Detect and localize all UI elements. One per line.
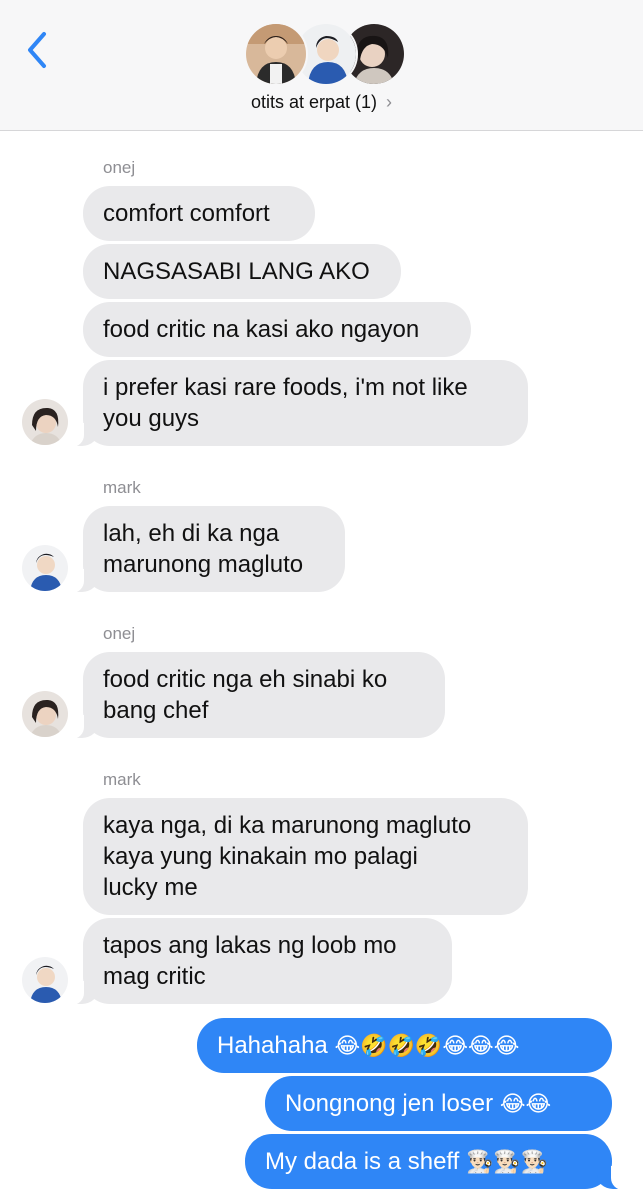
outgoing-message-bubble[interactable]: Nongnong jen loser 😂😂 [265,1076,612,1131]
message-text: kaya yung kinakain mo palagi [103,843,418,870]
sender-name: onej [103,624,136,643]
avatar-mark[interactable] [22,957,68,1003]
sender-name: mark [103,770,141,789]
avatar-onej[interactable] [22,399,68,445]
message-text: kaya nga, di ka marunong magluto [103,812,472,839]
unread-count: (1) [355,92,378,112]
message-bubble[interactable]: tapos ang lakas ng loob mo mag critic [70,918,452,1005]
emoji-chef: 👨🏻‍🍳👨🏻‍🍳👨🏻‍🍳 [466,1149,549,1174]
message-text: NAGSASABI LANG AKO [103,258,370,285]
message-text: tapos ang lakas ng loob mo [103,932,397,959]
group-avatars[interactable] [244,22,406,86]
message-text: My dada is a sheff [265,1148,466,1175]
message-text: lucky me [103,874,198,901]
message-text: marunong magluto [103,551,304,578]
message-bubble[interactable]: food critic na kasi ako ngayon [83,302,471,357]
message-bubble[interactable]: comfort comfort [83,186,315,241]
chevron-right-icon: › [386,92,393,112]
message-text: Hahahaha [217,1032,335,1059]
message-text: lah, eh di ka nga [103,520,280,547]
avatar-mark[interactable] [22,545,68,591]
emoji-laughing: 😂😂 [499,1091,552,1116]
message-text: comfort comfort [103,200,270,227]
avatar-onej[interactable] [22,691,68,737]
message-text: Nongnong jen loser [285,1090,500,1117]
group-title[interactable]: otits at erpat (1) › [0,92,643,113]
outgoing-message-bubble[interactable]: My dada is a sheff 👨🏻‍🍳👨🏻‍🍳👨🏻‍🍳 [245,1134,625,1190]
sender-name: onej [103,158,136,177]
outgoing-message-bubble[interactable]: Hahahaha 😂🤣🤣🤣😂😂😂 [197,1018,612,1073]
sender-name: mark [103,478,141,497]
message-bubble[interactable]: lah, eh di ka nga marunong magluto [70,506,345,593]
avatar [244,22,308,86]
message-bubble[interactable]: i prefer kasi rare foods, i'm not like y… [70,360,528,447]
message-text: food critic nga eh sinabi ko [103,666,388,693]
chevron-left-icon [28,32,46,68]
message-text: you guys [103,405,200,432]
emoji-laughing: 😂🤣🤣🤣😂😂😂 [334,1033,520,1058]
back-button[interactable] [22,30,52,70]
message-text: i prefer kasi rare foods, i'm not like [103,374,468,401]
message-bubble[interactable]: NAGSASABI LANG AKO [83,244,401,299]
message-text: food critic na kasi ako ngayon [103,316,420,343]
message-bubble[interactable]: food critic nga eh sinabi ko bang chef [70,652,445,739]
group-name: otits at erpat [250,92,351,112]
conversation-header: otits at erpat (1) › [0,0,643,131]
message-bubble[interactable]: kaya nga, di ka marunong magluto kaya yu… [83,798,528,915]
message-text: mag critic [103,963,206,990]
message-text: bang chef [103,697,209,724]
